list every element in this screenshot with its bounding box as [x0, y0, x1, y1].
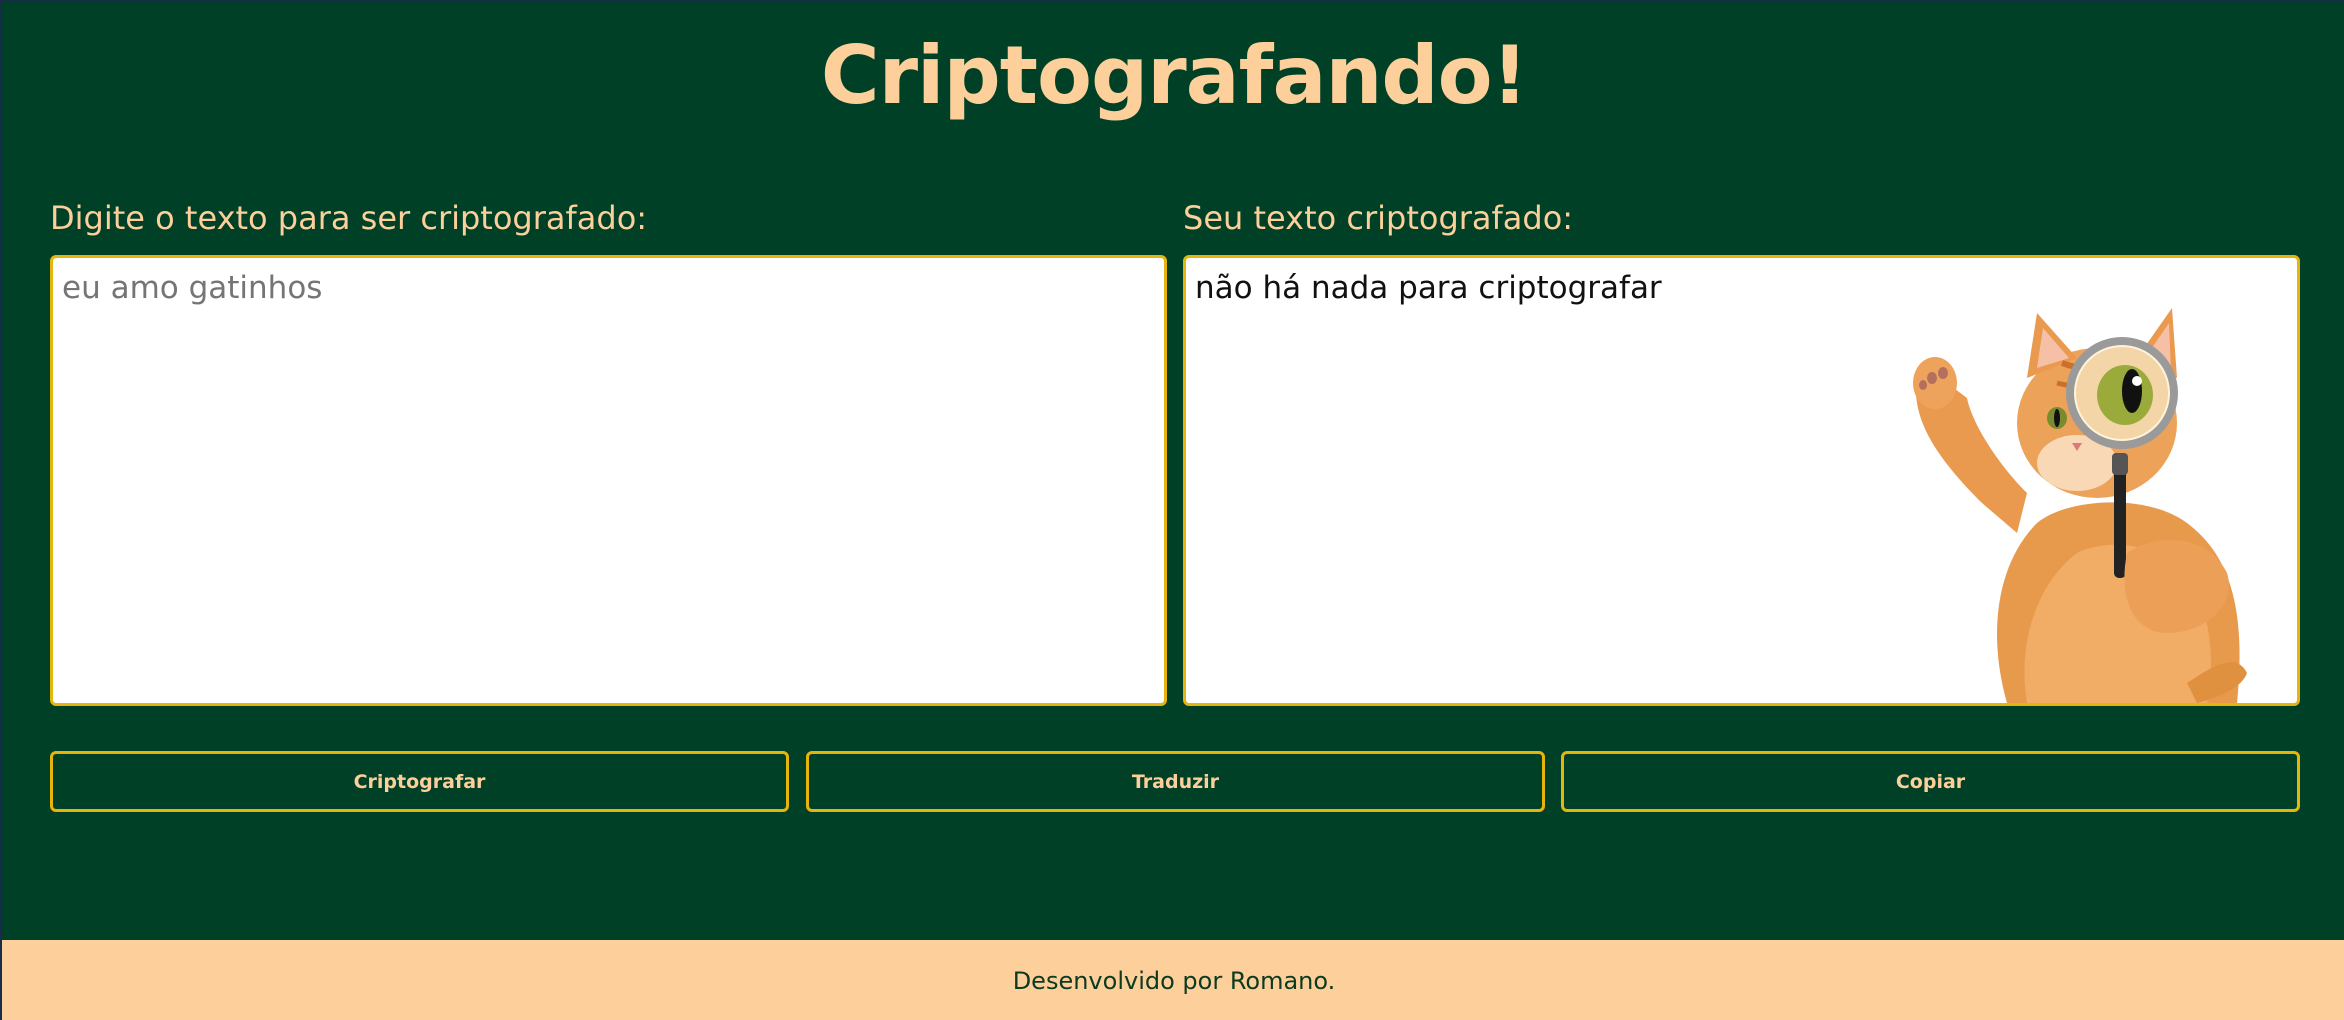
footer: Desenvolvido por Romano. [2, 940, 2344, 1020]
input-textarea[interactable] [53, 258, 1164, 703]
output-text: não há nada para criptografar [1195, 270, 1662, 306]
input-box [50, 255, 1167, 706]
input-label: Digite o texto para ser criptografado: [50, 199, 648, 237]
page-title: Criptografando! [820, 29, 1528, 122]
page: Criptografando! Digite o texto para ser … [0, 0, 2344, 1020]
footer-text: Desenvolvido por Romano. [1012, 967, 1336, 995]
cat-magnifier-illustration [1913, 308, 2247, 703]
encrypt-button[interactable]: Criptografar [50, 751, 789, 812]
output-label: Seu texto criptografado: [1183, 199, 1574, 237]
copy-button[interactable]: Copiar [1561, 751, 2300, 812]
decrypt-button[interactable]: Traduzir [806, 751, 1545, 812]
output-box: não há nada para criptografar [1183, 255, 2300, 706]
